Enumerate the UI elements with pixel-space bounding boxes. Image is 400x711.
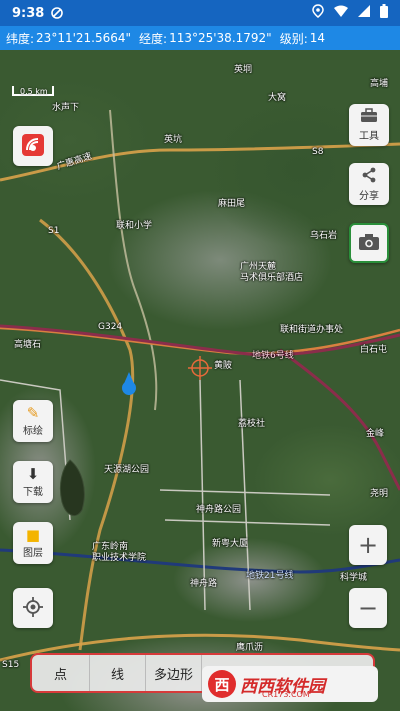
signal-icon [358,5,370,21]
map-label: 麻田尾 [218,199,246,209]
share-button[interactable]: 分享 [349,163,389,205]
my-location-button[interactable] [13,588,53,628]
watermark-logo: 西 [208,670,236,698]
map-label: 广州天麓 马术俱乐部酒店 [240,262,304,283]
download-label: 下载 [23,487,43,498]
map-label: 联和街道办事处 [280,325,344,335]
map-label: 神舟路 [190,579,218,589]
map-label: 联和小学 [116,221,153,231]
share-label: 分享 [359,190,379,202]
site-watermark: 西 西西软件园 CR173.COM [202,666,378,702]
annotate-label: 标绘 [23,426,43,437]
satellite-button[interactable] [13,126,53,166]
longitude-value: 113°25'38.1792" [169,31,272,45]
satellite-icon [20,132,46,161]
layers-button[interactable]: ■ 图层 [13,522,53,564]
status-time: 9:38 [12,5,45,21]
map-label: 黄陂 [214,361,233,371]
layers-icon: ■ [25,526,41,544]
map-scale-text: 0.5 km [20,87,48,96]
zoom-level-value: 14 [309,31,326,45]
pencil-icon: ✎ [26,404,40,422]
latitude-value: 23°11'21.5664" [36,31,132,45]
zoom-in-button[interactable]: + [349,525,387,565]
layers-label: 图层 [23,548,43,559]
map-label: S8 [312,147,324,157]
map-label: 荔枝社 [238,419,266,429]
tool-polygon[interactable]: 多边形 [146,655,202,691]
map-label: 尧明 [370,489,389,499]
map-label: 新粤大厦 [212,539,249,549]
tools-label: 工具 [359,131,379,142]
road-network [0,109,400,662]
map-label: 高埔 [370,79,389,89]
map-label: 大窝 [268,93,287,103]
longitude-label: 经度: [139,31,168,46]
coordinate-bar: 纬度: 23°11'21.5664" 经度: 113°25'38.1792" 级… [0,26,400,50]
map-label: 天源湖公园 [104,465,150,475]
map-label: 地铁6号线 [252,351,294,361]
latitude-label: 纬度: [6,31,35,46]
map-label: 金峰 [366,429,385,439]
zoom-level-label: 级别: [279,31,308,46]
download-icon: ⬇ [26,465,40,483]
zoom-out-button[interactable]: − [349,588,387,628]
map-label: 地铁21号线 [246,571,294,581]
battery-icon [380,4,388,22]
camera-icon [358,233,380,254]
map-label: 广东岭南 职业技术学院 [92,542,147,563]
tool-line[interactable]: 线 [90,655,146,691]
wifi-icon [334,5,348,21]
share-icon [361,167,377,187]
map-label: 鹰爪沥 [236,643,264,653]
sync-icon [50,6,64,20]
map-label: 水声下 [52,103,80,113]
watermark-sub: CR173.COM [262,690,310,699]
map-label: 高塘石 [14,340,42,350]
map-label: 神舟路公园 [196,505,242,515]
screenshot-button[interactable] [349,223,389,263]
tool-point[interactable]: 点 [32,655,90,691]
tools-button[interactable]: 工具 [349,104,389,146]
annotate-button[interactable]: ✎ 标绘 [13,400,53,442]
satellite-map[interactable]: 0.5 km 英垌 水声下 高埔 大窝 英坑 广惠高速 S8 麻田尾 联和小学 … [0,50,400,711]
map-label: G324 [98,322,123,332]
toolbox-icon [360,108,378,127]
map-label: 乌石岩 [310,231,338,241]
map-label: 白石屯 [360,345,388,355]
location-icon [312,4,324,22]
download-button[interactable]: ⬇ 下载 [13,461,53,503]
status-bar: 9:38 [0,0,400,26]
map-label: 英垌 [234,65,253,75]
map-label: S1 [48,226,60,236]
map-label: S15 [2,660,20,670]
locate-icon [23,596,43,620]
map-label: 科学城 [340,573,368,583]
map-label: 英坑 [164,135,183,145]
